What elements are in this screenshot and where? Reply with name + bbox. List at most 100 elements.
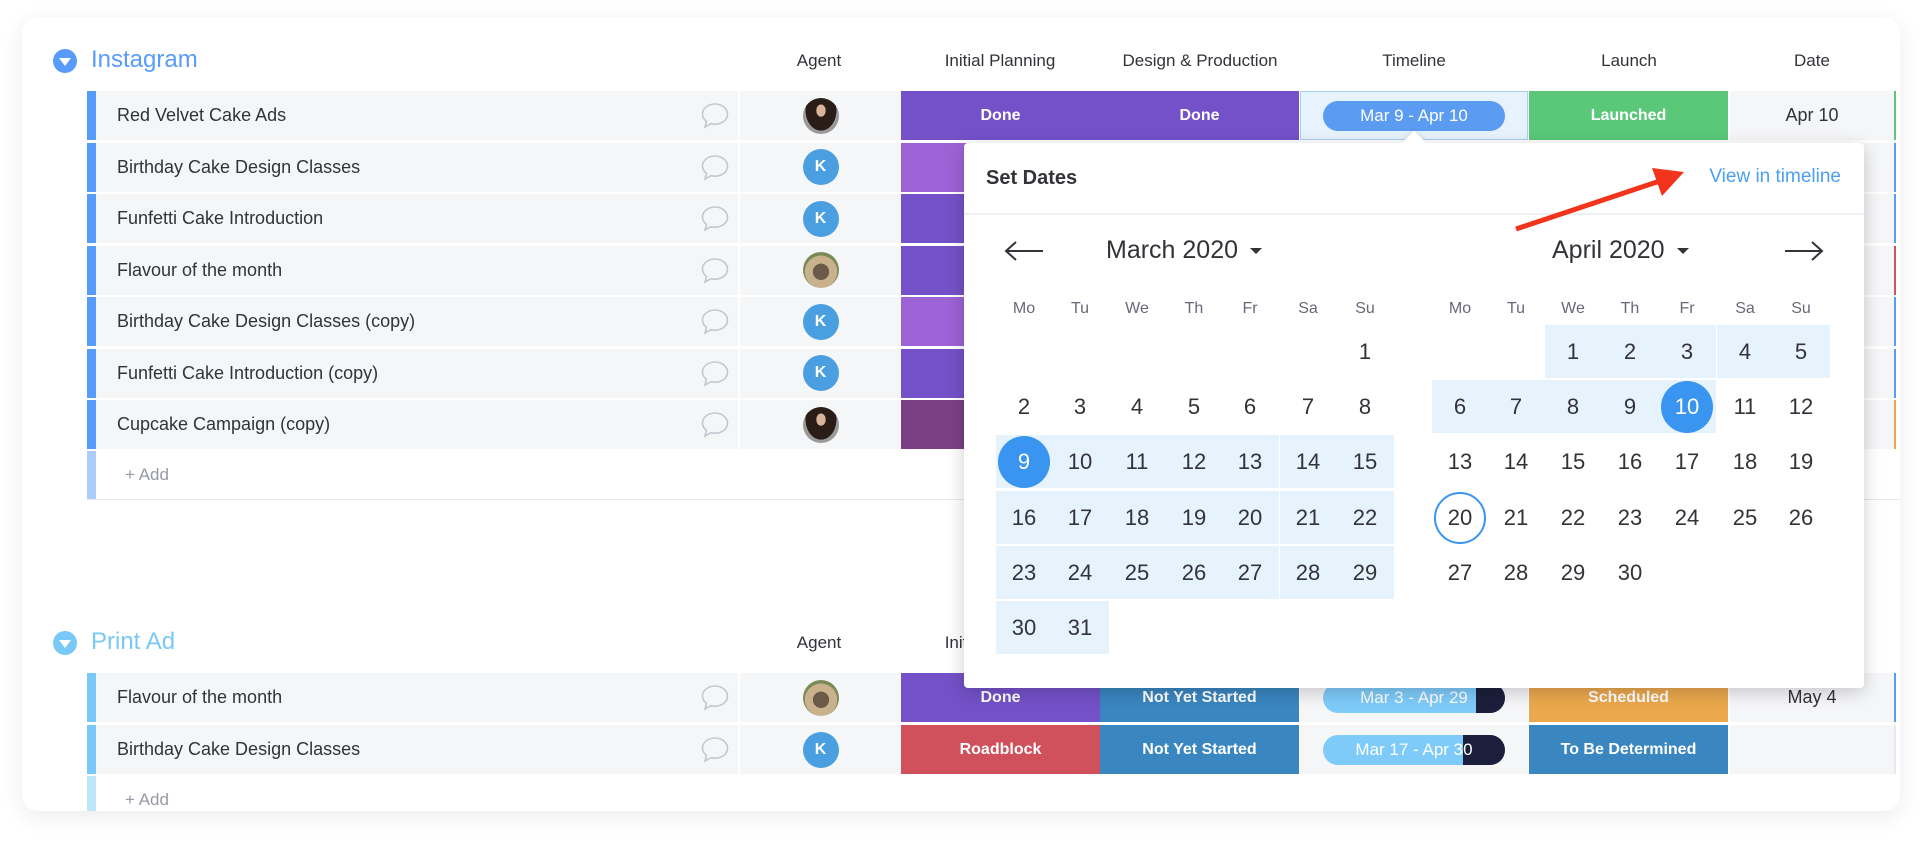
column-header-timeline[interactable]: Timeline (1314, 51, 1514, 71)
calendar-day[interactable]: 23 (995, 546, 1053, 599)
calendar-day[interactable]: 27 (1432, 546, 1489, 599)
calendar-day[interactable]: 15 (1336, 435, 1394, 488)
avatar[interactable] (802, 406, 839, 443)
item-name[interactable]: Funfetti Cake Introduction (copy) (96, 348, 738, 398)
add-item-label[interactable]: + Add (125, 790, 169, 810)
date-cell[interactable] (1730, 725, 1896, 774)
status-initial-planning[interactable]: Done (901, 91, 1100, 140)
arrow-left-icon[interactable] (1003, 239, 1045, 263)
calendar-day[interactable]: 22 (1545, 491, 1602, 544)
avatar[interactable] (802, 97, 839, 134)
timeline-pill[interactable]: Mar 17 - Apr 30 (1323, 734, 1505, 765)
calendar-day[interactable]: 23 (1602, 491, 1659, 544)
calendar-day[interactable]: 11 (1108, 435, 1166, 488)
calendar-day[interactable]: 19 (1165, 491, 1223, 544)
calendar-day[interactable]: 28 (1488, 546, 1545, 599)
calendar-day[interactable]: 14 (1279, 435, 1337, 488)
comment-bubble-icon[interactable] (700, 257, 730, 284)
avatar[interactable]: K (802, 355, 839, 391)
calendar-day[interactable]: 3 (1052, 380, 1109, 433)
item-name[interactable]: Birthday Cake Design Classes (96, 725, 738, 774)
calendar-day[interactable]: 21 (1488, 491, 1545, 544)
status-design[interactable]: Done (1100, 91, 1299, 140)
comment-bubble-icon[interactable] (700, 154, 730, 181)
item-name[interactable]: Flavour of the month (96, 245, 738, 295)
calendar-day[interactable]: 27 (1221, 546, 1279, 599)
calendar-day[interactable]: 18 (1717, 435, 1774, 488)
calendar-day[interactable]: 5 (1772, 325, 1830, 378)
calendar-day[interactable]: 19 (1773, 435, 1830, 488)
calendar-day[interactable]: 29 (1545, 546, 1602, 599)
status-launch[interactable]: To Be Determined (1529, 725, 1728, 774)
item-name[interactable]: Red Velvet Cake Ads (96, 91, 738, 140)
calendar-day[interactable]: 1 (1544, 325, 1602, 378)
calendar-day[interactable]: 30 (995, 601, 1053, 654)
group-title[interactable]: Instagram (91, 46, 198, 74)
status-launch[interactable]: Launched (1529, 91, 1728, 140)
column-header-initial-planning[interactable]: Initial Planning (900, 51, 1100, 71)
calendar-day[interactable]: 20 (1432, 491, 1489, 544)
column-header-agent[interactable]: Agent (719, 51, 919, 71)
agent-cell[interactable] (740, 245, 901, 295)
calendar-day[interactable]: 18 (1108, 491, 1166, 544)
agent-cell[interactable]: K (740, 725, 901, 774)
agent-cell[interactable]: K (740, 194, 901, 243)
calendar-day[interactable]: 4 (1109, 380, 1166, 433)
calendar-day[interactable]: 20 (1221, 491, 1279, 544)
add-item-row[interactable]: + Add (87, 776, 1900, 811)
avatar[interactable] (802, 679, 839, 716)
calendar-day[interactable]: 22 (1336, 491, 1394, 544)
avatar[interactable]: K (802, 149, 839, 185)
item-name[interactable]: Flavour of the month (96, 673, 738, 722)
calendar-day[interactable]: 2 (1601, 325, 1659, 378)
calendar-day[interactable]: 26 (1165, 546, 1223, 599)
calendar-day[interactable]: 31 (1051, 601, 1109, 654)
comment-bubble-icon[interactable] (700, 684, 730, 711)
calendar-day[interactable]: 8 (1544, 380, 1602, 433)
agent-cell[interactable] (740, 400, 901, 449)
calendar-day[interactable]: 9 (995, 435, 1053, 488)
calendar-day[interactable]: 12 (1165, 435, 1223, 488)
status-design[interactable]: Not Yet Started (1100, 725, 1299, 774)
calendar-day[interactable]: 16 (995, 491, 1053, 544)
calendar-day[interactable]: 8 (1337, 380, 1394, 433)
status-initial-planning[interactable]: Roadblock (901, 725, 1100, 774)
table-row[interactable]: Birthday Cake Design Classes K Roadblock No… (87, 725, 1898, 774)
agent-cell[interactable]: K (740, 297, 901, 346)
calendar-day[interactable]: 13 (1432, 435, 1489, 488)
calendar-day[interactable]: 6 (1222, 380, 1279, 433)
item-name[interactable]: Birthday Cake Design Classes (96, 142, 738, 192)
group-title[interactable]: Print Ad (91, 628, 175, 656)
calendar-day[interactable]: 10 (1658, 380, 1716, 433)
avatar[interactable] (802, 252, 839, 288)
avatar[interactable]: K (802, 731, 839, 768)
group-collapse-toggle[interactable] (53, 631, 77, 655)
column-header-date[interactable]: Date (1712, 51, 1900, 71)
calendar-day[interactable]: 3 (1658, 325, 1716, 378)
table-row[interactable]: Red Velvet Cake Ads Done Done Mar 9 - Apr 1… (87, 91, 1898, 140)
calendar-day[interactable]: 17 (1051, 491, 1109, 544)
column-header-launch[interactable]: Launch (1529, 51, 1729, 71)
calendar-day[interactable]: 7 (1487, 380, 1545, 433)
calendar-day[interactable]: 6 (1431, 380, 1489, 433)
comment-bubble-icon[interactable] (700, 411, 730, 438)
timeline-pill[interactable]: Mar 9 - Apr 10 (1323, 100, 1505, 131)
agent-cell[interactable]: K (740, 142, 901, 192)
calendar-day[interactable]: 4 (1716, 325, 1774, 378)
calendar-day[interactable]: 30 (1602, 546, 1659, 599)
calendar-day[interactable]: 7 (1280, 380, 1337, 433)
comment-bubble-icon[interactable] (700, 308, 730, 335)
item-name[interactable]: Birthday Cake Design Classes (copy) (96, 297, 738, 346)
calendar-day[interactable]: 15 (1545, 435, 1602, 488)
calendar-day[interactable]: 24 (1659, 491, 1716, 544)
add-item-label[interactable]: + Add (125, 465, 169, 485)
group-collapse-toggle[interactable] (53, 49, 77, 73)
calendar-day[interactable]: 14 (1488, 435, 1545, 488)
calendar-day[interactable]: 13 (1221, 435, 1279, 488)
avatar[interactable]: K (802, 200, 839, 237)
comment-bubble-icon[interactable] (700, 736, 730, 763)
item-name[interactable]: Funfetti Cake Introduction (96, 194, 738, 243)
calendar-day[interactable]: 16 (1602, 435, 1659, 488)
calendar-day[interactable]: 5 (1166, 380, 1223, 433)
arrow-right-icon[interactable] (1783, 239, 1825, 263)
